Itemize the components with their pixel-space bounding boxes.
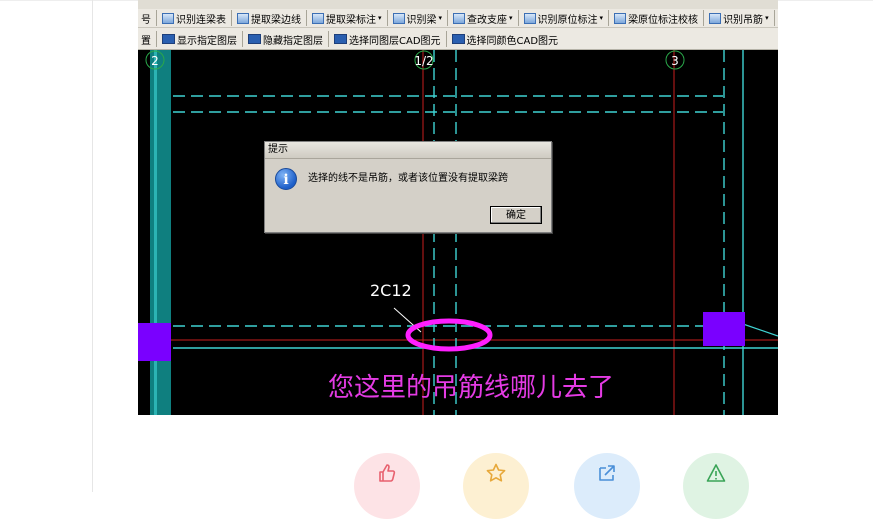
cad-icon	[334, 34, 347, 44]
toolbar-button[interactable]: 识别连梁表	[159, 9, 229, 27]
toolbar-separator	[445, 31, 447, 47]
toolbar-separator	[242, 31, 243, 47]
rebar-label: 2C12	[370, 281, 412, 300]
dropdown-arrow-icon: ▾	[599, 14, 604, 22]
toolbar-button[interactable]: 选择同颜色CAD图元	[449, 30, 562, 48]
dropdown-arrow-icon: ▾	[765, 14, 769, 22]
toolbar-separator	[703, 10, 705, 26]
like-button[interactable]	[354, 453, 420, 519]
info-icon: i	[275, 168, 297, 190]
toolbar-button-label: 号	[141, 14, 151, 26]
toolbar-button[interactable]: 提取梁标注 ▾	[309, 9, 385, 27]
toolbar-separator	[447, 10, 449, 26]
toolbar-button[interactable]: 识别梁	[777, 9, 778, 27]
recognize-icon	[392, 12, 405, 24]
toolbar-separator	[156, 10, 157, 26]
cad-icon	[451, 34, 465, 44]
toolbar-separator	[517, 10, 519, 26]
dialog-message: 选择的线不是吊筋，或者该位置没有提取梁跨	[308, 173, 508, 184]
toolbar-button-label: 查改支座	[467, 14, 508, 26]
toolbar-button-label: 提取梁标注	[326, 14, 376, 26]
toolbar-button[interactable]: 号	[138, 9, 154, 27]
toolbar-button-label: 识别连梁表	[176, 14, 226, 26]
ok-button[interactable]: 确定	[490, 206, 542, 224]
toolbar-button-label: 选择同颜色CAD图元	[466, 35, 559, 47]
table-icon	[162, 12, 174, 24]
toolbar-button-label: 梁原位标注校核	[628, 14, 699, 26]
toolbar-separator	[231, 10, 232, 26]
cad-screenshot: 号识别连梁表 提取梁边线 提取梁标注 ▾ 识别梁 ▾ 查改支座 ▾ 识别原位标注 ▾ 梁原位标注校核…	[138, 0, 778, 415]
share-icon	[599, 465, 615, 481]
toolbar-separator	[328, 31, 329, 47]
extract-label-icon	[312, 12, 324, 24]
extract-line-icon	[237, 12, 249, 24]
share-button[interactable]	[574, 453, 640, 519]
column-left	[138, 323, 171, 361]
toolbar-button-label: 识别原位标注	[537, 14, 598, 26]
toolbar-button-label: 显示指定图层	[177, 35, 237, 47]
content-left-border	[92, 0, 93, 492]
toolbar-button[interactable]: 提取梁边线	[234, 9, 304, 27]
support-icon	[453, 12, 466, 24]
toolbar-row-1: 号识别连梁表 提取梁边线 提取梁标注 ▾ 识别梁 ▾ 查改支座 ▾ 识别原位标注 ▾ 梁原位标注校核…	[138, 0, 778, 28]
toolbar-separator	[386, 10, 388, 26]
axis-label-middle: 1/2	[414, 54, 433, 68]
toolbar-button-label: 选择同图层CAD图元	[349, 35, 441, 47]
dialog-title: 提示	[265, 142, 551, 159]
dropdown-arrow-icon: ▾	[378, 14, 382, 22]
toolbar-row-2: 置 显示指定图层 隐藏指定图层 选择同图层CAD图元 选择同颜色CAD图元	[138, 28, 778, 50]
toolbar-separator	[608, 10, 610, 26]
highlight-ellipse	[405, 318, 493, 352]
axis-label-right: 3	[671, 54, 679, 68]
beam-line-diagonal	[742, 323, 778, 337]
toolbar-button[interactable]: 置	[138, 30, 154, 48]
post-actions	[0, 453, 873, 519]
hanger-icon	[709, 12, 722, 24]
toolbar-button-label: 识别梁	[406, 14, 437, 26]
toolbar-button-label: 隐藏指定图层	[263, 35, 323, 47]
star-icon	[486, 463, 506, 482]
cad-icon	[248, 34, 261, 44]
dropdown-arrow-icon: ▾	[438, 14, 443, 22]
report-button[interactable]	[683, 453, 749, 519]
toolbar-button[interactable]: 梁原位标注校核	[611, 9, 701, 27]
column-right	[703, 312, 745, 346]
toolbar-button-label: 识别吊筋	[723, 14, 764, 26]
warning-icon	[706, 464, 726, 482]
toolbar-separator	[156, 31, 157, 47]
toolbar-button[interactable]: 识别原位标注 ▾	[521, 9, 607, 27]
check-icon	[614, 12, 627, 24]
toolbar-button[interactable]: 隐藏指定图层	[245, 30, 326, 48]
cad-icon	[162, 34, 175, 44]
toolbar-button[interactable]: 查改支座 ▾	[450, 9, 516, 27]
alert-dialog: 提示 i 选择的线不是吊筋，或者该位置没有提取梁跨 确定	[264, 141, 552, 233]
thumbs-up-icon	[379, 464, 396, 482]
annotation-note: 您这里的吊筋线哪儿去了	[328, 373, 615, 403]
toolbar-separator	[773, 10, 775, 26]
dropdown-arrow-icon: ▾	[509, 14, 513, 22]
toolbar-button[interactable]: 识别吊筋 ▾	[706, 9, 772, 27]
annotate-icon	[523, 12, 536, 24]
toolbar-button[interactable]: 显示指定图层	[159, 30, 240, 48]
toolbar-button[interactable]: 选择同图层CAD图元	[331, 30, 444, 48]
toolbar-button-label: 置	[141, 35, 151, 47]
axis-label-left: 2	[151, 54, 159, 68]
toolbar-button-label: 提取梁边线	[251, 14, 301, 26]
toolbar-button[interactable]: 识别梁 ▾	[390, 9, 446, 27]
favorite-button[interactable]	[463, 453, 529, 519]
toolbar-separator	[306, 10, 307, 26]
